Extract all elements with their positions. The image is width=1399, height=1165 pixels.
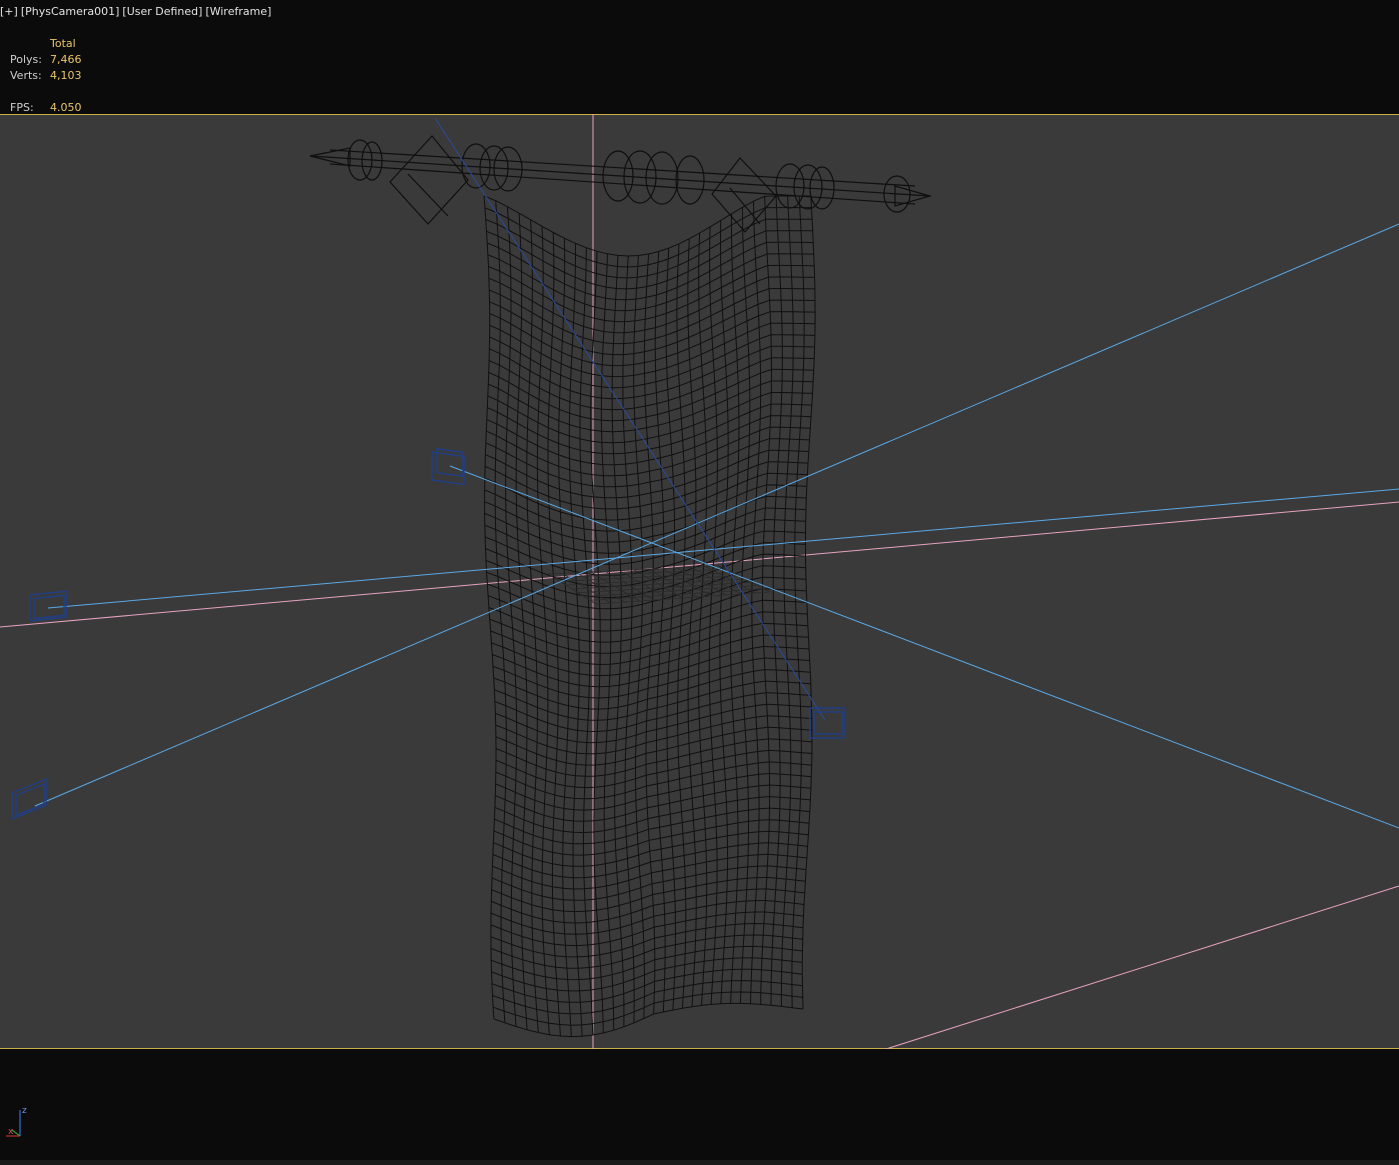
floor-plane-mesh[interactable] [547,565,771,605]
light-target-icon[interactable] [431,447,465,486]
light-target-icon[interactable] [11,778,47,820]
polys-label: Polys: [10,53,42,66]
curtain-rod[interactable] [309,135,933,233]
status-strip [0,1160,1399,1165]
verts-label: Verts: [10,69,42,82]
fps-value: 4.050 [50,101,82,114]
light-object-icons[interactable] [11,447,845,820]
physical-camera-icon[interactable] [809,707,845,739]
camera-target-line [434,117,826,721]
wireframe-scene[interactable] [0,114,1399,1049]
light-target-icon[interactable] [29,590,67,622]
stats-header: Total [50,37,76,50]
axis-gizmo-icon: z x [4,1104,32,1140]
fps-label: FPS: [10,101,34,114]
viewport-plus-menu[interactable]: [+] [0,5,18,21]
polys-value: 7,466 [50,53,82,66]
viewport-shading-menu[interactable]: [Wireframe] [205,5,271,21]
viewport-camera-menu[interactable]: [PhysCamera001] [21,5,120,21]
curtain-mesh[interactable] [483,195,816,1038]
gizmo-x-label: x [8,1127,14,1137]
viewport-view-menu[interactable]: [User Defined] [122,5,202,21]
gizmo-z-label: z [22,1106,27,1116]
verts-value: 4,103 [50,69,82,82]
viewport-label-bar: [+] [PhysCamera001] [User Defined] [Wire… [0,5,271,21]
